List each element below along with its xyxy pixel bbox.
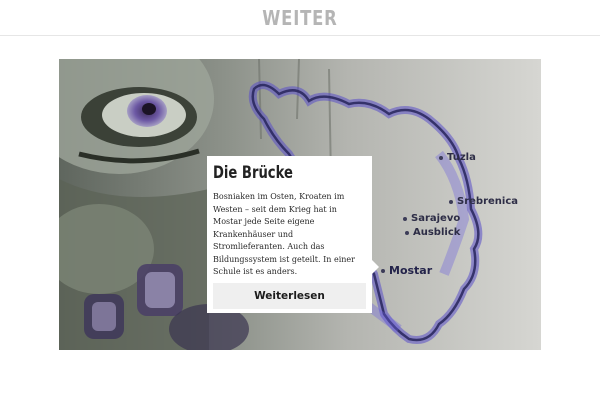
location-dot-icon: [405, 230, 409, 235]
top-bar: WEITER: [0, 0, 600, 36]
map-label-srebrenica: Srebrenica: [449, 196, 518, 207]
story-card: Die Brücke Bosniaken im Osten, Kroaten i…: [207, 156, 379, 313]
map-label-mostar: Mostar: [381, 264, 432, 277]
location-dot-icon: [403, 216, 407, 221]
read-more-button[interactable]: Weiterlesen: [213, 283, 366, 309]
card-title: Die Brücke: [213, 163, 293, 183]
site-logo[interactable]: WEITER: [262, 6, 337, 30]
map-label-sarajevo: Sarajevo: [403, 213, 460, 224]
location-dot-icon: [449, 199, 453, 204]
map-label-tuzla: Tuzla: [439, 152, 476, 163]
location-dot-icon: [381, 268, 385, 273]
map-label-ausblick: Ausblick: [405, 227, 460, 238]
location-dot-icon: [439, 155, 443, 160]
card-teaser-text: Bosniaken im Osten, Kroaten im Westen – …: [213, 192, 355, 276]
